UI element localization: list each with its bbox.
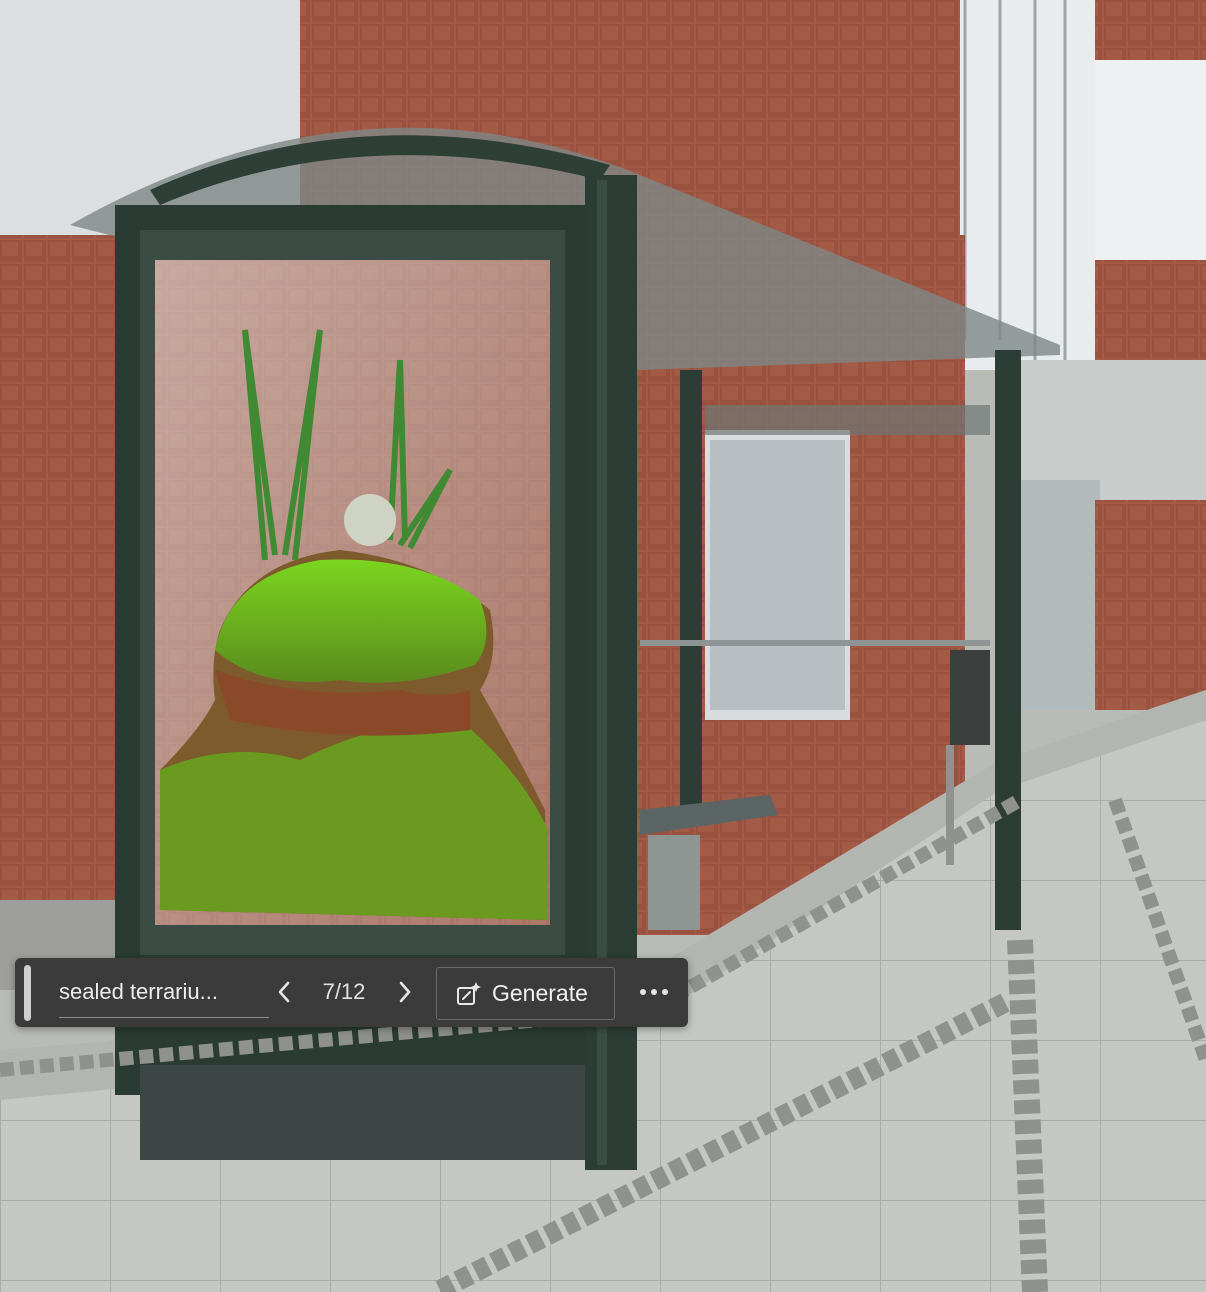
- generate-button[interactable]: Generate: [436, 967, 615, 1020]
- prompt-field[interactable]: sealed terrariu...: [59, 970, 269, 1018]
- drag-handle[interactable]: [24, 965, 31, 1021]
- chevron-right-icon: [399, 981, 411, 1003]
- next-variation-button[interactable]: [388, 975, 422, 1009]
- generate-label: Generate: [492, 980, 588, 1006]
- more-horizontal-icon: [640, 989, 668, 995]
- photo-canvas: [0, 0, 1206, 1292]
- generation-toolbar: sealed terrariu... 7/12 Generate: [15, 958, 688, 1027]
- sparkle-edit-icon: [457, 981, 481, 1005]
- previous-variation-button[interactable]: [267, 975, 301, 1009]
- chevron-left-icon: [278, 981, 290, 1003]
- more-options-button[interactable]: [633, 975, 675, 1009]
- variation-counter: 7/12: [322, 979, 366, 1004]
